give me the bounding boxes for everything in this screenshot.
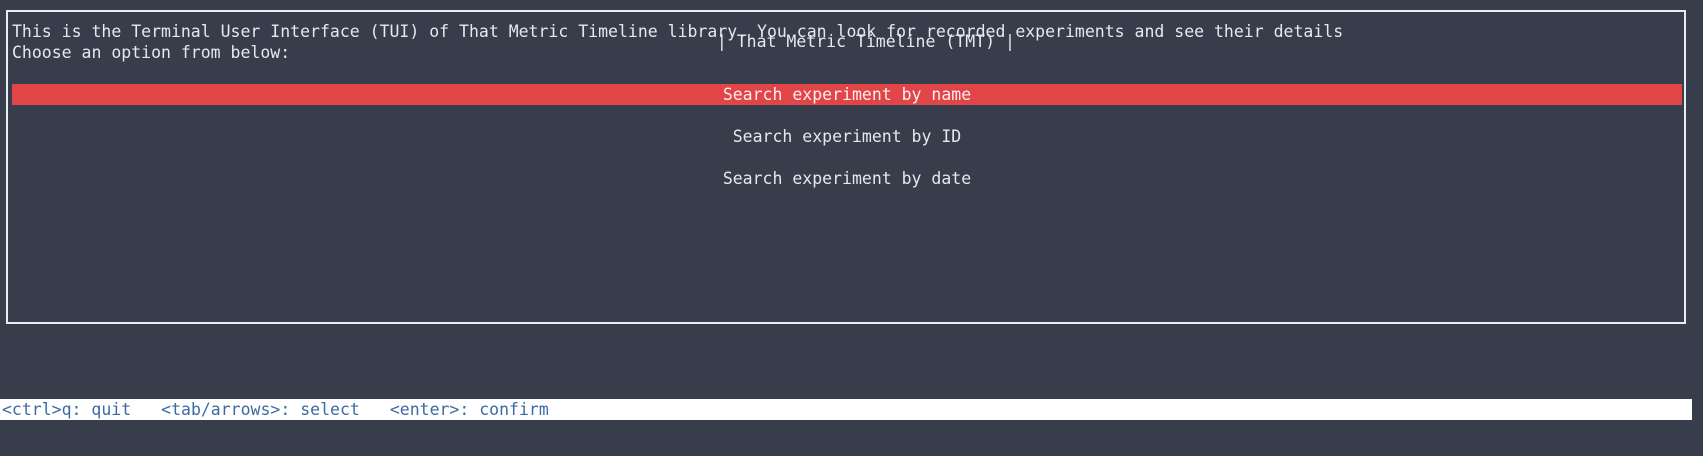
menu-option-search-by-date[interactable]: Search experiment by date — [12, 168, 1682, 189]
menu-option-search-by-id[interactable]: Search experiment by ID — [12, 126, 1682, 147]
intro-description: This is the Terminal User Interface (TUI… — [12, 22, 1344, 41]
hint-quit: <ctrl>q: quit — [2, 400, 132, 419]
keybinding-status-bar: <ctrl>q: quit <tab/arrows>: select <enter>… — [0, 399, 1692, 420]
hint-select: <tab/arrows>: select — [161, 400, 360, 419]
menu-option-search-by-name[interactable]: Search experiment by name — [12, 84, 1682, 105]
hint-confirm: <enter>: confirm — [389, 400, 549, 419]
menu-prompt: Choose an option from below: — [12, 43, 291, 62]
